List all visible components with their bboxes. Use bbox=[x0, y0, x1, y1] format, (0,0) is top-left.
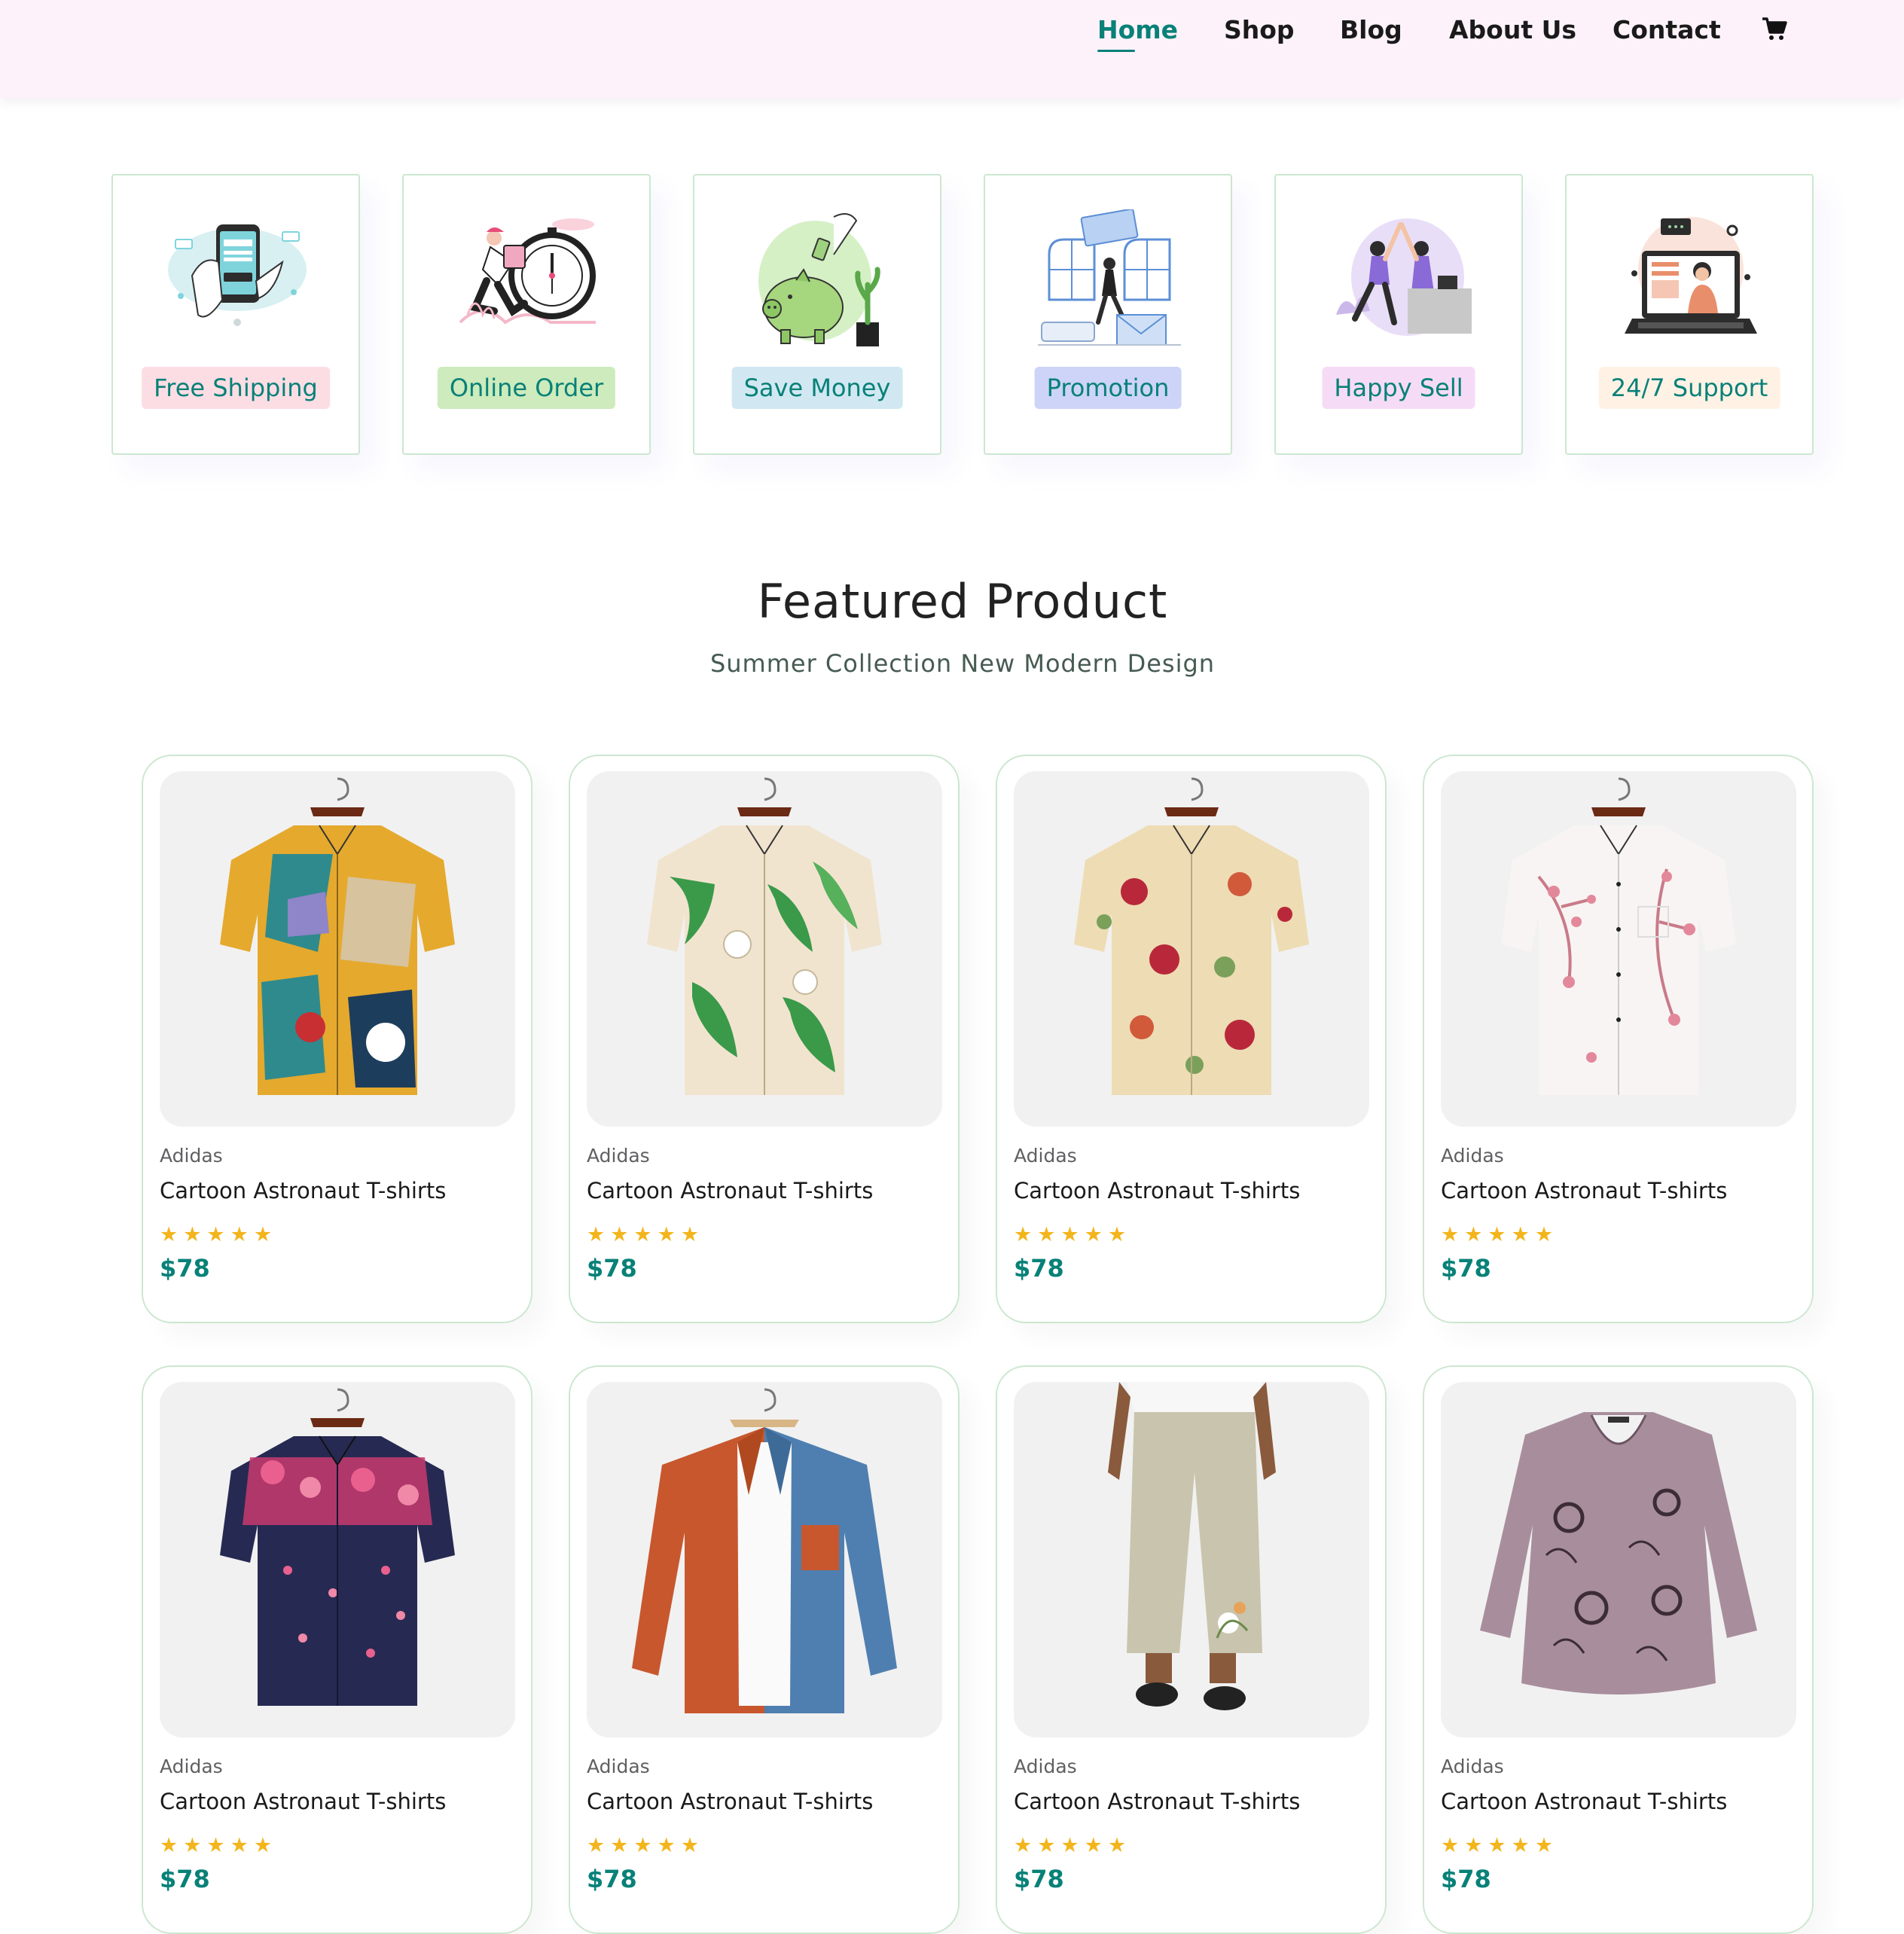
nav-about-us[interactable]: About Us bbox=[1449, 8, 1576, 53]
product-card[interactable]: Adidas Cartoon Astronaut T-shirts ★★★★★ … bbox=[142, 1365, 532, 1934]
feature-label: Promotion bbox=[1034, 367, 1182, 409]
shopping-cart-icon[interactable] bbox=[1762, 17, 1787, 42]
clock-delivery-illustration bbox=[459, 218, 596, 325]
payment-phone-illustration bbox=[168, 224, 307, 326]
product-name: Cartoon Astronaut T-shirts bbox=[587, 1178, 874, 1203]
colorful-abstract-shirt bbox=[220, 777, 455, 1095]
product-brand: Adidas bbox=[1014, 1756, 1077, 1777]
product-card[interactable]: Adidas Cartoon Astronaut T-shirts ★★★★★ … bbox=[142, 755, 532, 1323]
laptop-support-illustration bbox=[1625, 217, 1757, 334]
white-cherry-blossom-shirt bbox=[1501, 777, 1736, 1095]
green-leaf-floral-shirt bbox=[647, 777, 882, 1095]
piggy-bank-illustration bbox=[758, 213, 880, 346]
section-title: Featured Product bbox=[757, 574, 1168, 629]
feature-label: Save Money bbox=[731, 367, 903, 409]
product-image[interactable] bbox=[160, 1382, 515, 1737]
product-name: Cartoon Astronaut T-shirts bbox=[1014, 1789, 1301, 1814]
feature-save-money: Save Money bbox=[693, 174, 941, 455]
feature-support: 24/7 Support bbox=[1565, 174, 1814, 455]
rating-stars: ★★★★★ bbox=[587, 1834, 705, 1857]
product-image[interactable] bbox=[160, 771, 515, 1127]
mauve-cat-print-blouse bbox=[1480, 1412, 1757, 1695]
product-brand: Adidas bbox=[1441, 1756, 1504, 1777]
product-price: $78 bbox=[1014, 1254, 1064, 1283]
rating-stars: ★★★★★ bbox=[1014, 1834, 1132, 1857]
product-brand: Adidas bbox=[587, 1756, 650, 1777]
rating-stars: ★★★★★ bbox=[587, 1223, 705, 1246]
product-name: Cartoon Astronaut T-shirts bbox=[1441, 1178, 1728, 1203]
feature-happy-sell: Happy Sell bbox=[1274, 174, 1523, 455]
product-price: $78 bbox=[1441, 1254, 1491, 1283]
promotion-illustration bbox=[1038, 209, 1181, 346]
product-card[interactable]: Adidas Cartoon Astronaut T-shirts ★★★★★ … bbox=[1423, 1365, 1814, 1934]
feature-free-shipping: Free Shipping bbox=[111, 174, 360, 455]
product-name: Cartoon Astronaut T-shirts bbox=[160, 1178, 447, 1203]
product-brand: Adidas bbox=[587, 1145, 650, 1167]
nav-active-underline bbox=[1097, 50, 1135, 52]
high-five-illustration bbox=[1336, 218, 1472, 336]
product-card[interactable]: Adidas Cartoon Astronaut T-shirts ★★★★★ … bbox=[569, 1365, 960, 1934]
orange-blue-jacket bbox=[632, 1388, 897, 1713]
product-price: $78 bbox=[160, 1865, 210, 1893]
product-image[interactable] bbox=[587, 1382, 942, 1737]
product-brand: Adidas bbox=[160, 1145, 223, 1167]
product-name: Cartoon Astronaut T-shirts bbox=[1014, 1178, 1301, 1203]
product-price: $78 bbox=[587, 1254, 637, 1283]
product-brand: Adidas bbox=[1441, 1145, 1504, 1167]
product-name: Cartoon Astronaut T-shirts bbox=[1441, 1789, 1728, 1814]
rating-stars: ★★★★★ bbox=[160, 1223, 278, 1246]
site-header: Home Shop Blog About Us Contact bbox=[0, 0, 1904, 98]
feature-label: Free Shipping bbox=[142, 367, 330, 409]
product-brand: Adidas bbox=[160, 1756, 223, 1777]
feature-label: Happy Sell bbox=[1322, 367, 1475, 409]
red-rose-floral-shirt bbox=[1074, 777, 1309, 1095]
product-price: $78 bbox=[1441, 1865, 1491, 1893]
product-image[interactable] bbox=[1014, 1382, 1369, 1737]
section-subtitle: Summer Collection New Modern Design bbox=[709, 649, 1216, 678]
beige-linen-pants bbox=[1108, 1382, 1276, 1710]
navy-pink-floral-shirt bbox=[220, 1388, 455, 1706]
product-image[interactable] bbox=[1014, 771, 1369, 1127]
rating-stars: ★★★★★ bbox=[1441, 1834, 1559, 1857]
rating-stars: ★★★★★ bbox=[1441, 1223, 1559, 1246]
product-card[interactable]: Adidas Cartoon Astronaut T-shirts ★★★★★ … bbox=[569, 755, 960, 1323]
feature-online-order: Online Order bbox=[402, 174, 651, 455]
feature-promotion: Promotion bbox=[984, 174, 1232, 455]
product-name: Cartoon Astronaut T-shirts bbox=[160, 1789, 447, 1814]
nav-contact[interactable]: Contact bbox=[1613, 8, 1721, 53]
product-card[interactable]: Adidas Cartoon Astronaut T-shirts ★★★★★ … bbox=[1423, 755, 1814, 1323]
product-price: $78 bbox=[160, 1254, 210, 1283]
rating-stars: ★★★★★ bbox=[1014, 1223, 1132, 1246]
product-image[interactable] bbox=[1441, 1382, 1796, 1737]
product-brand: Adidas bbox=[1014, 1145, 1077, 1167]
feature-label: Online Order bbox=[437, 367, 616, 409]
product-card[interactable]: Adidas Cartoon Astronaut T-shirts ★★★★★ … bbox=[996, 755, 1387, 1323]
nav-home[interactable]: Home bbox=[1097, 8, 1178, 53]
product-name: Cartoon Astronaut T-shirts bbox=[587, 1789, 874, 1814]
rating-stars: ★★★★★ bbox=[160, 1834, 278, 1857]
product-image[interactable] bbox=[1441, 771, 1796, 1127]
feature-label: 24/7 Support bbox=[1598, 367, 1780, 409]
product-image[interactable] bbox=[587, 771, 942, 1127]
nav-blog[interactable]: Blog bbox=[1340, 8, 1402, 53]
product-card[interactable]: Adidas Cartoon Astronaut T-shirts ★★★★★ … bbox=[996, 1365, 1387, 1934]
product-price: $78 bbox=[1014, 1865, 1064, 1893]
nav-shop[interactable]: Shop bbox=[1224, 8, 1295, 53]
product-price: $78 bbox=[587, 1865, 637, 1893]
